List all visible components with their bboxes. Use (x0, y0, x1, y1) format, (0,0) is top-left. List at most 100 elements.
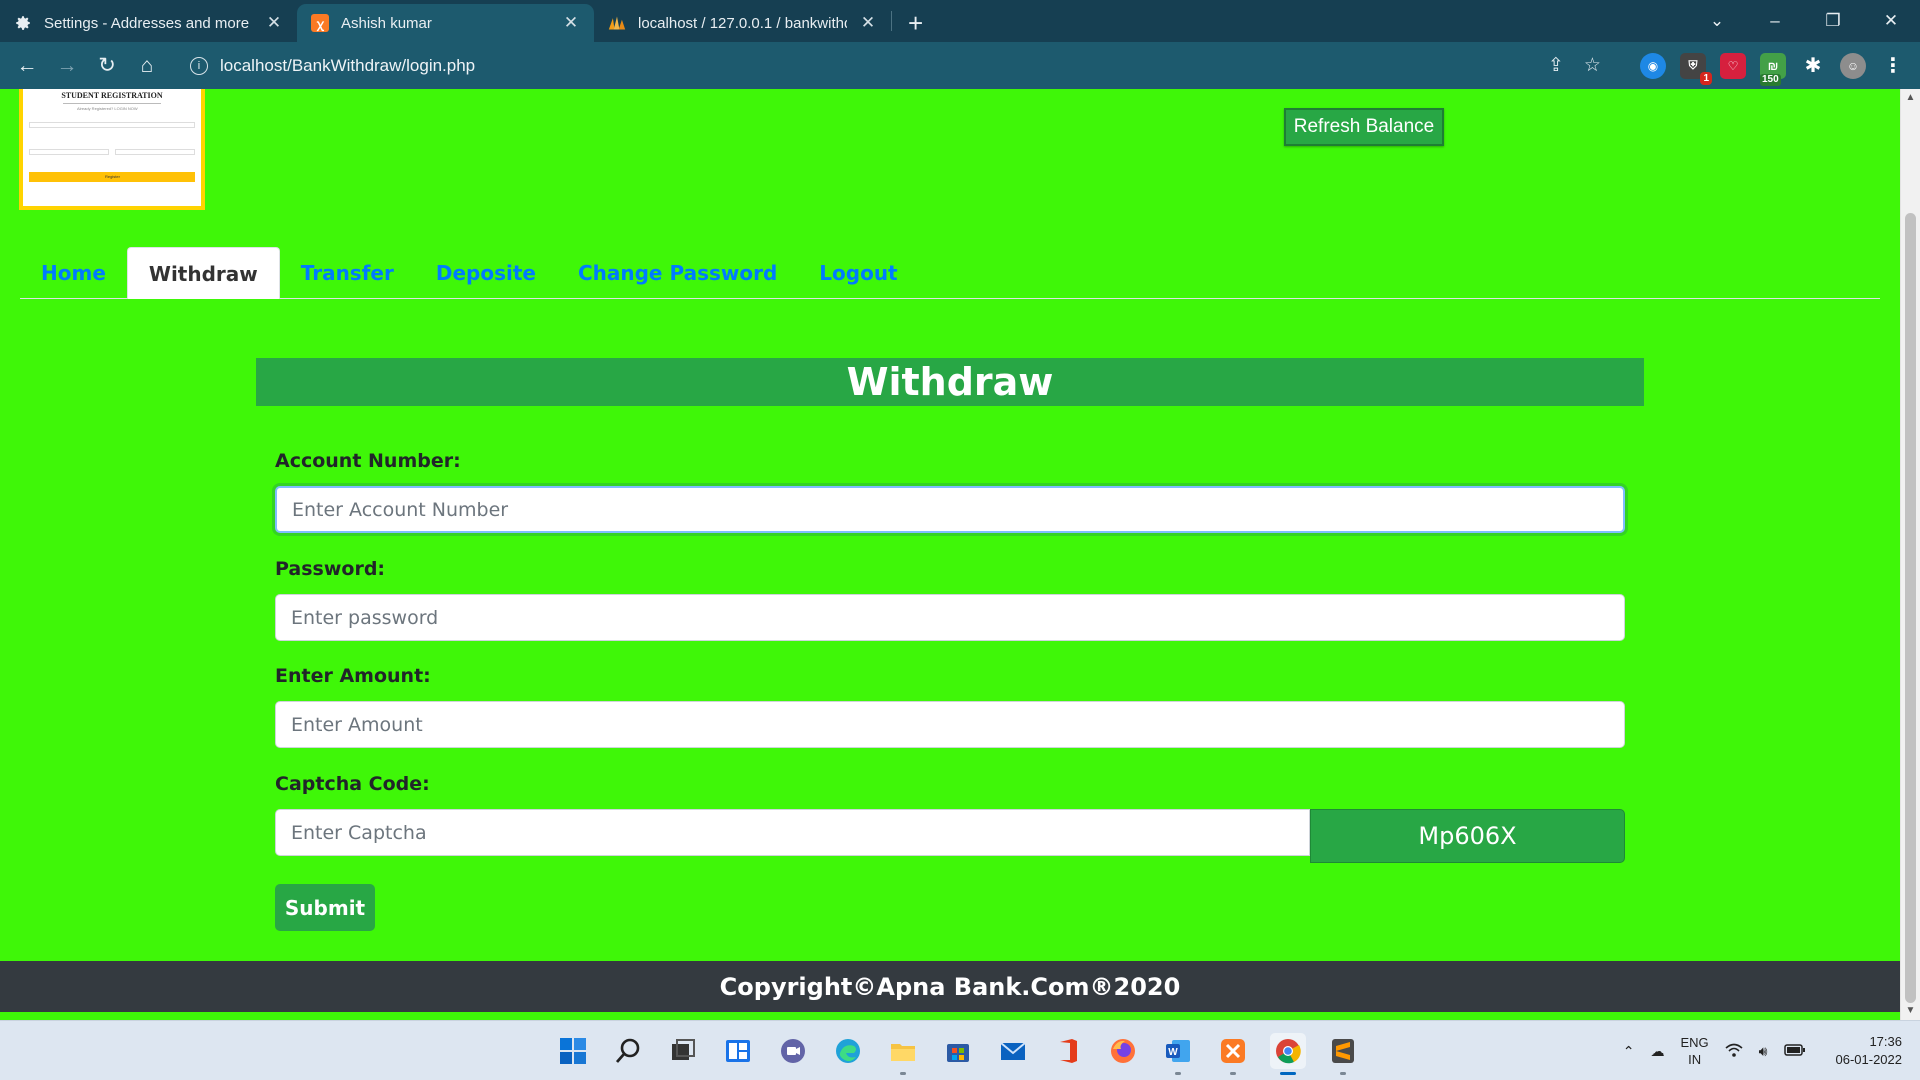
preview-field (29, 122, 195, 128)
preview-subtitle: Already Registered? LOGIN NOW (77, 106, 138, 111)
edge-browser-icon[interactable] (830, 1033, 866, 1069)
firefox-icon[interactable] (1105, 1033, 1141, 1069)
captcha-input[interactable] (275, 809, 1310, 856)
address-bar[interactable]: i localhost/BankWithdraw/login.php (178, 48, 1560, 83)
tab-separator (891, 11, 892, 31)
running-indicator (1340, 1072, 1346, 1075)
phpmyadmin-icon (608, 14, 626, 32)
gear-icon (14, 14, 32, 32)
windows-taskbar: W ⌃ ☁ ENG IN 🔊︎ 17:36 06-01-2022 (0, 1020, 1920, 1080)
forward-arrow-icon[interactable]: → (47, 54, 87, 78)
close-icon[interactable]: ✕ (562, 13, 580, 33)
extensions-area: ◉ ⛨ 1 ♡ ₪ 150 ✱ ☺ ⋮ (1640, 42, 1920, 89)
omnibox-actions: ⇪ ☆ (1548, 42, 1601, 89)
office-icon[interactable] (1050, 1033, 1086, 1069)
battery-icon[interactable] (1783, 1043, 1806, 1060)
withdraw-panel-title: Withdraw (256, 358, 1644, 406)
wifi-icon[interactable] (1725, 1042, 1743, 1061)
onedrive-cloud-icon[interactable]: ☁ (1651, 1043, 1665, 1060)
menu-kebab-icon[interactable]: ⋮ (1880, 53, 1906, 79)
password-label: Password: (275, 558, 386, 580)
tab-home[interactable]: Home (20, 247, 127, 299)
active-indicator (1280, 1072, 1296, 1075)
system-tray: ⌃ ☁ ENG IN 🔊︎ 17:36 06-01-2022 (1623, 1021, 1902, 1080)
browser-toolbar: ← → ↻ ⌂ i localhost/BankWithdraw/login.p… (0, 42, 1920, 89)
preview-button-text: Register (105, 174, 120, 179)
search-icon[interactable] (610, 1033, 646, 1069)
refresh-balance-button[interactable]: Refresh Balance (1284, 108, 1444, 146)
word-icon[interactable]: W (1160, 1033, 1196, 1075)
share-icon[interactable]: ⇪ (1548, 54, 1564, 77)
captcha-label: Captcha Code: (275, 773, 430, 795)
account-number-input[interactable] (275, 486, 1625, 533)
extension-counter-badge: 150 (1760, 73, 1781, 86)
profile-avatar-icon[interactable]: ☺ (1840, 52, 1866, 79)
clock-time: 17:36 (1869, 1034, 1902, 1049)
tab-title: Settings - Addresses and more (44, 14, 250, 32)
scroll-up-arrow-icon[interactable]: ▲ (1901, 89, 1920, 107)
taskbar-apps: W (555, 1021, 1361, 1080)
chevron-up-icon[interactable]: ⌃ (1623, 1043, 1635, 1060)
task-view-icon[interactable] (665, 1033, 701, 1069)
sublime-text-icon[interactable] (1325, 1033, 1361, 1075)
tab-title: Ashish kumar (341, 14, 432, 32)
tab-search-chevron-icon[interactable]: ⌄ (1688, 11, 1746, 31)
amount-input[interactable] (275, 701, 1625, 748)
scroll-down-arrow-icon[interactable]: ▼ (1901, 1002, 1920, 1020)
preview-title: STUDENT REGISTRATION (61, 91, 163, 100)
shield-extension-icon[interactable]: ⛨ 1 (1680, 52, 1712, 85)
restore-icon[interactable]: ❐ (1804, 11, 1862, 31)
scrollbar-thumb[interactable] (1905, 213, 1916, 1003)
close-icon[interactable]: ✕ (265, 13, 283, 33)
tab-withdraw[interactable]: Withdraw (126, 247, 280, 299)
file-explorer-icon[interactable] (885, 1033, 921, 1075)
volume-icon[interactable]: 🔊︎ (1759, 1043, 1768, 1060)
system-clock[interactable]: 17:36 06-01-2022 (1836, 1033, 1903, 1069)
main-nav-tabs: Home Withdraw Transfer Deposite Change P… (20, 247, 1880, 299)
tab-transfer[interactable]: Transfer (280, 247, 415, 299)
close-icon[interactable]: ✕ (859, 13, 877, 33)
browser-tab-bar: Settings - Addresses and more ✕ ꭓ Ashish… (0, 0, 1920, 42)
registration-preview-image: STUDENT REGISTRATION Already Registered?… (19, 89, 205, 210)
page-content: STUDENT REGISTRATION Already Registered?… (0, 89, 1900, 1020)
widgets-icon[interactable] (720, 1033, 756, 1069)
running-indicator (1230, 1072, 1236, 1075)
teams-chat-icon[interactable] (775, 1033, 811, 1069)
minimize-icon[interactable]: – (1746, 11, 1804, 31)
microsoft-store-icon[interactable] (940, 1033, 976, 1069)
chrome-icon[interactable] (1270, 1033, 1306, 1075)
pocket-extension-icon[interactable]: ♡ (1720, 52, 1746, 79)
puzzle-extensions-icon[interactable]: ✱ (1800, 53, 1826, 79)
counter-extension-icon[interactable]: ₪ 150 (1760, 52, 1786, 86)
new-tab-plus-icon[interactable]: + (908, 8, 923, 39)
mail-icon[interactable] (995, 1033, 1031, 1069)
browser-tab-ashish[interactable]: ꭓ Ashish kumar ✕ (297, 4, 594, 42)
windows-start-icon[interactable] (555, 1033, 591, 1069)
tab-logout[interactable]: Logout (798, 247, 918, 299)
extension-blue-icon[interactable]: ◉ (1640, 52, 1666, 79)
site-info-icon[interactable]: i (190, 56, 208, 75)
tab-deposite[interactable]: Deposite (415, 247, 557, 299)
back-arrow-icon[interactable]: ← (7, 54, 47, 78)
home-icon[interactable]: ⌂ (127, 54, 167, 78)
language-indicator[interactable]: ENG IN (1681, 1034, 1709, 1068)
page-scrollbar[interactable]: ▲ ▼ (1900, 89, 1920, 1020)
region-code: IN (1688, 1052, 1702, 1067)
close-window-icon[interactable]: ✕ (1862, 11, 1920, 31)
browser-tab-phpmyadmin[interactable]: localhost / 127.0.0.1 / bankwithdraw ✕ (594, 4, 891, 42)
extension-badge: 1 (1700, 71, 1712, 85)
account-number-label: Account Number: (275, 450, 461, 472)
amount-label: Enter Amount: (275, 665, 431, 687)
xampp-icon: ꭓ (311, 14, 329, 32)
password-input[interactable] (275, 594, 1625, 641)
url-text: localhost/BankWithdraw/login.php (220, 55, 476, 75)
xampp-taskbar-icon[interactable] (1215, 1033, 1251, 1075)
footer-copyright: Copyright©Apna Bank.Com®2020 (0, 961, 1900, 1012)
language-code: ENG (1680, 1035, 1709, 1050)
tab-change-password[interactable]: Change Password (557, 247, 798, 299)
svg-text:W: W (1168, 1047, 1178, 1058)
browser-tab-settings[interactable]: Settings - Addresses and more ✕ (0, 4, 297, 42)
reload-icon[interactable]: ↻ (87, 53, 127, 78)
bookmark-star-icon[interactable]: ☆ (1584, 54, 1601, 77)
submit-button[interactable]: Submit (275, 884, 375, 931)
